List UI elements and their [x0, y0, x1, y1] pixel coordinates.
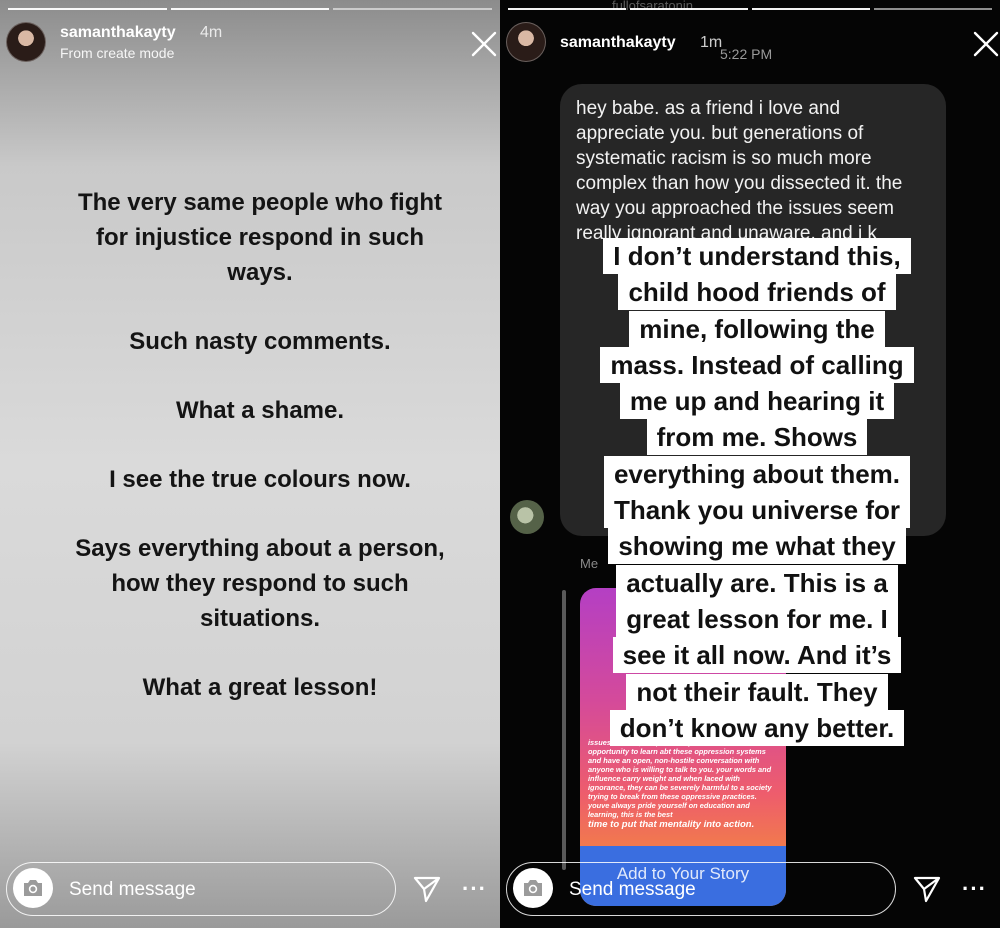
story-paragraph: The very same people who fight for injus…: [77, 189, 443, 286]
story-paragraph: Such nasty comments.: [129, 328, 391, 355]
send-message-input[interactable]: Send message: [69, 879, 196, 901]
overlay-line: see it all now. And it’s: [612, 637, 902, 674]
sender-avatar: [510, 500, 544, 534]
progress-segment: [333, 8, 493, 10]
overlay-line: from me. Shows: [646, 419, 868, 456]
story-paragraph: I see the true colours now.: [109, 466, 411, 493]
overlay-line: mass. Instead of calling: [600, 346, 914, 383]
share-icon[interactable]: [912, 874, 942, 904]
story-text: The very same people who fight for injus…: [60, 185, 460, 739]
message-composer[interactable]: Send message: [6, 862, 396, 916]
overlay-line: actually are. This is a: [616, 564, 898, 601]
overlay-line: child hood friends of: [618, 274, 896, 311]
progress-segment: [752, 8, 870, 10]
camera-icon: [524, 880, 542, 896]
right-story-panel: fullofsaratonin samanthakayty 1m 5:22 PM…: [500, 0, 1000, 928]
avatar[interactable]: [506, 22, 546, 62]
left-story-panel: samanthakayty 4m From create mode The ve…: [0, 0, 500, 928]
camera-icon: [24, 880, 42, 896]
overlay-line: everything about them.: [603, 455, 911, 492]
story-age: 1m: [700, 34, 723, 51]
more-icon[interactable]: ···: [962, 876, 987, 902]
username[interactable]: samanthakayty: [560, 34, 676, 52]
story-subtitle: From create mode: [60, 45, 175, 61]
overlay-line: me up and hearing it: [619, 383, 895, 420]
story-paragraph: What a great lesson!: [142, 674, 378, 701]
overlay-line: showing me what they: [608, 528, 906, 565]
shared-story-body: issues at hand, i implore for you to tak…: [588, 738, 772, 819]
shared-story-tail: time to put that mentality into action.: [588, 819, 755, 830]
camera-button[interactable]: [13, 868, 53, 908]
progress-segment: [508, 8, 626, 10]
story-age: 4m: [200, 24, 223, 41]
progress-segment: [170, 8, 330, 10]
overlay-line: not their fault. They: [626, 673, 888, 710]
story-paragraph: What a shame.: [175, 397, 345, 424]
overlay-line: mine, following the: [629, 310, 885, 347]
overlay-line: don’t know any better.: [609, 709, 905, 746]
top-header-text: fullofsaratonin: [612, 0, 693, 13]
progress-segment: [874, 8, 992, 10]
progress-segment: [8, 8, 167, 10]
story-progress-bar: [8, 8, 493, 10]
username[interactable]: samanthakayty: [60, 24, 176, 42]
dm-message-text: hey babe. as a friend i love and appreci…: [576, 98, 903, 244]
overlay-line: I don’t understand this,: [603, 238, 911, 274]
message-timestamp: 5:22 PM: [720, 46, 773, 62]
story-paragraph: Says everything about a person, how they…: [75, 535, 445, 632]
avatar[interactable]: [6, 22, 46, 62]
send-message-input[interactable]: Send message: [569, 879, 696, 901]
message-composer[interactable]: Send message: [506, 862, 896, 916]
share-icon[interactable]: [412, 874, 442, 904]
shared-story-text: issues at hand, i implore for you to tak…: [588, 738, 778, 830]
camera-button[interactable]: [513, 868, 553, 908]
overlay-caption: I don’t understand this, child hood frie…: [572, 238, 942, 746]
story-progress-bar: [508, 8, 992, 10]
reply-indicator-line: [562, 590, 566, 870]
overlay-line: Thank you universe for: [603, 492, 911, 529]
close-icon[interactable]: [972, 30, 1000, 58]
close-icon[interactable]: [470, 30, 498, 58]
more-icon[interactable]: ···: [462, 876, 487, 902]
overlay-line: great lesson for me. I: [616, 600, 898, 637]
